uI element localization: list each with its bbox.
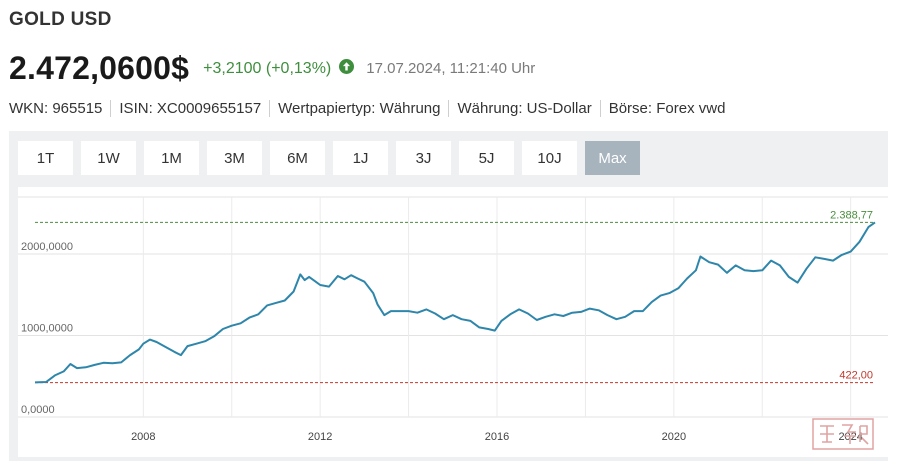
meta-currency: Währung: US-Dollar <box>448 100 599 117</box>
security-meta: WKN: 965515 ISIN: XC0009655157 Wertpapie… <box>9 100 733 117</box>
current-price: 2.472,0600$ <box>9 50 190 86</box>
y-tick-label: 2000,0000 <box>21 241 73 253</box>
page-title: GOLD USD <box>9 9 112 30</box>
range-button-10j[interactable]: 10J <box>522 141 577 175</box>
range-button-1t[interactable]: 1T <box>18 141 73 175</box>
meta-wkn: WKN: 965515 <box>9 100 103 117</box>
range-button-6m[interactable]: 6M <box>270 141 325 175</box>
price-timestamp: 17.07.2024, 11:21:40 Uhr <box>366 60 536 77</box>
meta-isin: ISIN: XC0009655157 <box>110 100 269 117</box>
x-tick-label: 2012 <box>308 431 332 443</box>
reference-label-high: 2.388,77 <box>830 209 873 221</box>
range-button-max[interactable]: Max <box>585 141 640 175</box>
watermark-seal <box>812 418 874 455</box>
meta-exchange: Börse: Forex vwd <box>599 100 734 117</box>
range-button-1m[interactable]: 1M <box>144 141 199 175</box>
x-tick-label: 2008 <box>131 431 155 443</box>
arrow-up-circle-icon <box>339 58 355 79</box>
x-tick-label: 2020 <box>662 431 686 443</box>
range-button-5j[interactable]: 5J <box>459 141 514 175</box>
y-tick-label: 1000,0000 <box>21 323 73 335</box>
x-tick-label: 2016 <box>485 431 509 443</box>
reference-label-low: 422,00 <box>839 370 873 382</box>
price-chart-svg: 0,0000 1000,0000 2000,0000 2008 2012 2016 2020… <box>18 196 888 443</box>
time-range-selector: 1T 1W 1M 3M 6M 1J 3J 5J 10J Max <box>18 141 640 175</box>
meta-type: Wertpapiertyp: Währung <box>269 100 448 117</box>
range-button-3m[interactable]: 3M <box>207 141 262 175</box>
price-series-line <box>34 221 876 384</box>
price-row: 2.472,0600$ +3,2100 (+0,13%) 17.07.2024,… <box>9 50 535 87</box>
range-button-1w[interactable]: 1W <box>81 141 136 175</box>
chart-panel: 1T 1W 1M 3M 6M 1J 3J 5J 10J Max 0,0000 10… <box>9 131 888 461</box>
range-button-3j[interactable]: 3J <box>396 141 451 175</box>
price-change: +3,2100 (+0,13%) <box>203 59 332 77</box>
range-button-1j[interactable]: 1J <box>333 141 388 175</box>
price-chart[interactable]: 0,0000 1000,0000 2000,0000 2008 2012 2016 2020… <box>18 187 888 457</box>
y-tick-label: 0,0000 <box>21 404 55 416</box>
